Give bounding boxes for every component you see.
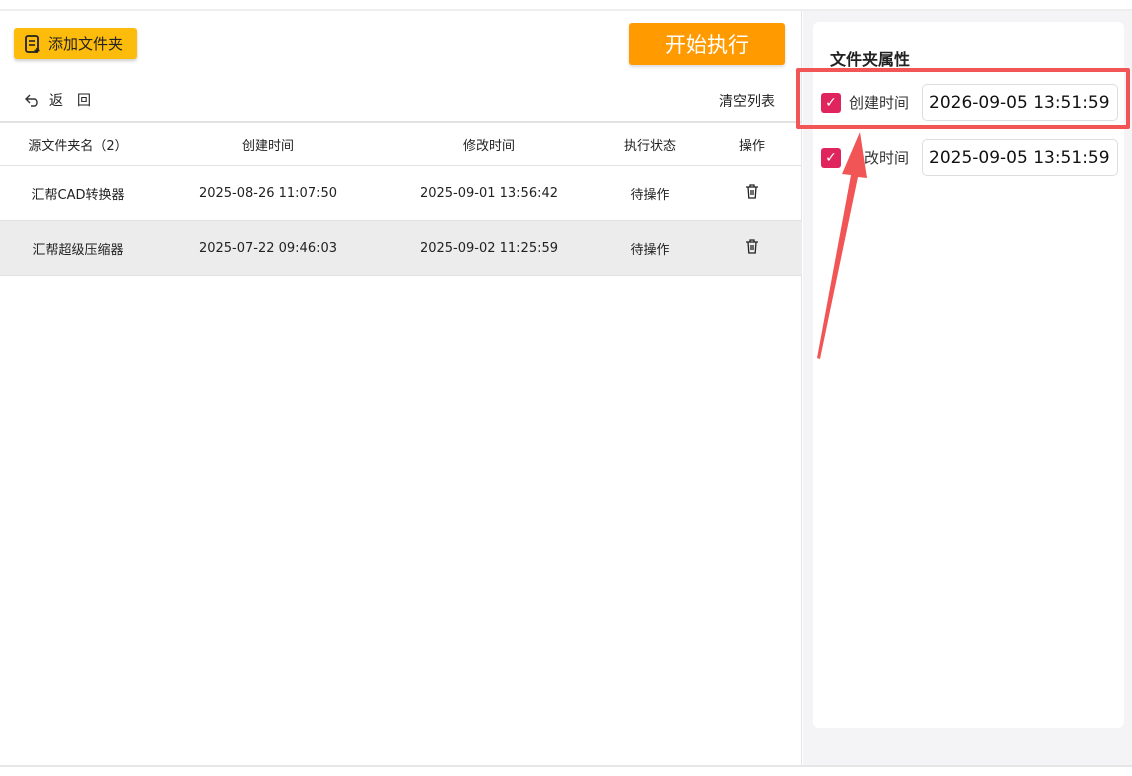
bottom-divider <box>0 765 1132 767</box>
annotation-arrow-icon <box>817 132 867 359</box>
